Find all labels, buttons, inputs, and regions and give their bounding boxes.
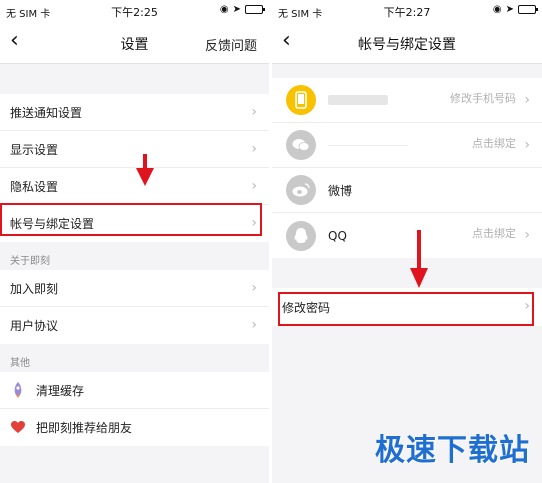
- weibo-icon: [286, 175, 316, 205]
- lock-rotation-icon: ◉: [219, 4, 229, 15]
- status-bar: 无 SIM 卡 下午2:27 ◉ ➤: [272, 0, 542, 22]
- rocket-icon: [10, 382, 26, 398]
- chevron-right-icon: ›: [251, 178, 257, 194]
- bind-qq-link[interactable]: 点击绑定: [472, 225, 516, 241]
- qq-icon: [286, 220, 316, 251]
- status-icons: ◉ ➤: [219, 4, 265, 15]
- user-agreement-item[interactable]: 用户协议 ›: [0, 307, 269, 344]
- heart-icon: [10, 420, 26, 436]
- chevron-right-icon: ›: [251, 317, 257, 333]
- list-item-label: 隐私设置: [10, 179, 59, 194]
- battery-icon: [518, 5, 538, 14]
- accounts-list: 修改手机号码 › 点击绑定 › 微博 QQ 点击绑定 ›: [272, 78, 542, 258]
- password-group: 修改密码 ›: [272, 288, 542, 326]
- account-binding-screen: 无 SIM 卡 下午2:27 ◉ ➤ ‹ 帐号与绑定设置 修改手机号码 › 点击…: [272, 0, 542, 483]
- settings-screen: 无 SIM 卡 下午2:25 ◉ ➤ ‹ 设置 反馈问题 推送通知设置 › 显示…: [0, 0, 269, 483]
- location-icon: ➤: [505, 4, 514, 15]
- wechat-account-item[interactable]: 点击绑定 ›: [272, 123, 542, 168]
- account-binding-settings-item[interactable]: 帐号与绑定设置 ›: [0, 205, 269, 242]
- list-item-label: 显示设置: [10, 142, 59, 157]
- chevron-right-icon: ›: [251, 104, 257, 120]
- lock-rotation-icon: ◉: [492, 4, 502, 15]
- page-title: 帐号与绑定设置: [358, 37, 456, 53]
- arrow-down-icon: [410, 230, 428, 288]
- account-name: QQ: [328, 228, 347, 243]
- list-item-label: 清理缓存: [36, 383, 85, 398]
- arrow-down-icon: [136, 154, 154, 186]
- feedback-button[interactable]: 反馈问题: [205, 35, 257, 54]
- settings-group-main: 推送通知设置 › 显示设置 › 隐私设置 › 帐号与绑定设置 ›: [0, 94, 269, 242]
- list-item-label: 推送通知设置: [10, 105, 83, 120]
- watermark-text: 极速下载站: [375, 433, 530, 468]
- account-name: 微博: [328, 183, 353, 198]
- list-item-label: 加入即刻: [10, 281, 59, 296]
- push-notification-settings-item[interactable]: 推送通知设置 ›: [0, 94, 269, 131]
- settings-group-about: 加入即刻 › 用户协议 ›: [0, 270, 269, 344]
- blurred-phone-number: [328, 95, 388, 105]
- wechat-icon: [286, 130, 316, 160]
- nav-bar: ‹ 帐号与绑定设置: [272, 22, 542, 64]
- settings-group-other: 清理缓存 把即刻推荐给朋友: [0, 372, 269, 446]
- chevron-right-icon: ›: [524, 227, 530, 243]
- status-bar: 无 SIM 卡 下午2:25 ◉ ➤: [0, 0, 269, 22]
- chevron-right-icon: ›: [524, 298, 530, 314]
- section-header-about: 关于即刻: [10, 256, 50, 267]
- phone-account-item[interactable]: 修改手机号码 ›: [272, 78, 542, 123]
- clear-cache-item[interactable]: 清理缓存: [0, 372, 269, 409]
- privacy-settings-item[interactable]: 隐私设置 ›: [0, 168, 269, 205]
- chevron-right-icon: ›: [251, 215, 257, 231]
- chevron-right-icon: ›: [524, 92, 530, 108]
- recommend-to-friends-item[interactable]: 把即刻推荐给朋友: [0, 409, 269, 446]
- chevron-right-icon: ›: [251, 141, 257, 157]
- change-password-item[interactable]: 修改密码 ›: [272, 288, 542, 326]
- nav-bar: ‹ 设置 反馈问题: [0, 22, 269, 64]
- list-item-label: 用户协议: [10, 319, 59, 333]
- chevron-right-icon: ›: [524, 137, 530, 153]
- qq-account-item[interactable]: QQ 点击绑定 ›: [272, 213, 542, 258]
- display-settings-item[interactable]: 显示设置 ›: [0, 131, 269, 168]
- phone-icon: [286, 85, 316, 115]
- location-icon: ➤: [232, 4, 241, 15]
- bind-wechat-link[interactable]: 点击绑定: [472, 135, 516, 151]
- status-icons: ◉ ➤: [492, 4, 538, 15]
- join-item[interactable]: 加入即刻 ›: [0, 270, 269, 307]
- battery-icon: [245, 5, 265, 14]
- list-item-label: 修改密码: [282, 300, 331, 315]
- change-phone-link[interactable]: 修改手机号码: [450, 90, 516, 106]
- list-item-label: 帐号与绑定设置: [10, 217, 95, 231]
- section-header-other: 其他: [10, 358, 30, 369]
- list-item-label: 把即刻推荐给朋友: [36, 421, 133, 435]
- weibo-account-item[interactable]: 微博: [272, 168, 542, 213]
- chevron-right-icon: ›: [251, 280, 257, 296]
- blurred-area: [328, 144, 408, 146]
